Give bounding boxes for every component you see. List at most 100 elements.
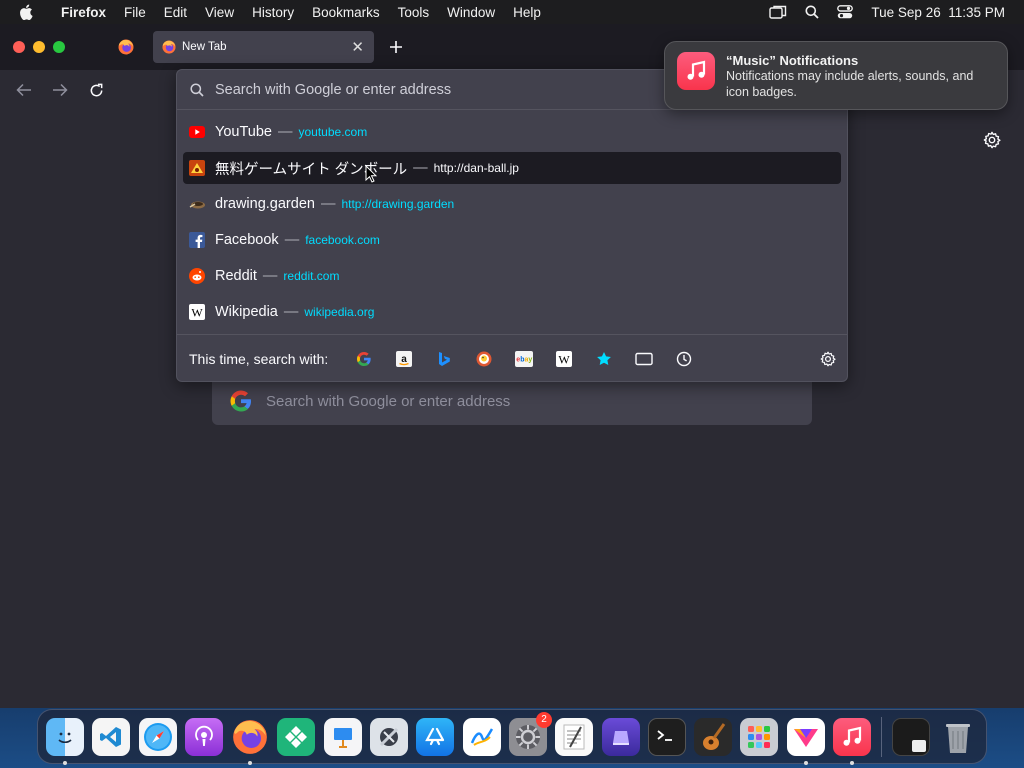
menu-help[interactable]: Help [504, 5, 550, 20]
vscode-icon[interactable] [92, 717, 131, 756]
spotlight-search-icon[interactable] [805, 5, 820, 19]
menu-window[interactable]: Window [438, 5, 504, 20]
result-title: 無料ゲームサイト ダンボール [215, 161, 408, 178]
wikipedia-icon: W [189, 304, 205, 320]
tabs-icon[interactable] [624, 352, 664, 366]
tab-new-tab[interactable]: New Tab ✕ [153, 31, 374, 63]
urlbar-results: YouTube — youtube.com 無料ゲームサイト ダンボール — h… [177, 110, 847, 328]
newtab-search-placeholder: Search with Google or enter address [266, 392, 511, 410]
search-icon [190, 82, 204, 97]
result-row-youtube[interactable]: YouTube — youtube.com [183, 116, 841, 148]
music-notification[interactable]: “Music” Notifications Notifications may … [664, 41, 1008, 110]
amazon-icon[interactable]: a [384, 350, 424, 367]
result-row-dan-ball[interactable]: 無料ゲームサイト ダンボール — http://dan-ball.jp [183, 152, 841, 184]
svg-text:a: a [401, 354, 407, 365]
ebay-icon[interactable]: ebay [504, 350, 544, 367]
svg-text:W: W [559, 352, 571, 366]
bookmarks-star-icon[interactable] [584, 351, 624, 367]
result-row-facebook[interactable]: Facebook — facebook.com [183, 224, 841, 256]
menu-edit[interactable]: Edit [155, 5, 196, 20]
textedit-icon[interactable] [555, 717, 594, 756]
running-indicator [63, 760, 67, 765]
freeform-icon[interactable] [462, 717, 501, 756]
one-off-search-bar: This time, search with: a ebay W [177, 334, 847, 382]
back-button[interactable] [14, 80, 34, 100]
running-indicator [850, 760, 855, 765]
menubar-clock[interactable]: Tue Sep 26 11:35 PM [871, 5, 1005, 20]
tableplus-icon[interactable] [277, 717, 316, 756]
instruments-icon[interactable] [370, 717, 409, 756]
podcasts-icon[interactable] [184, 717, 223, 756]
reload-button[interactable] [86, 80, 106, 100]
bing-icon[interactable] [424, 351, 464, 367]
menu-view[interactable]: View [196, 5, 243, 20]
fullscreen-window-button[interactable] [53, 41, 65, 53]
result-url: wikipedia.org [304, 305, 375, 319]
close-tab-icon[interactable]: ✕ [351, 38, 364, 56]
urlbar-dropdown: Search with Google or enter address YouT… [176, 69, 848, 382]
result-title: Facebook [215, 232, 279, 248]
menu-bookmarks[interactable]: Bookmarks [303, 5, 389, 20]
search-settings-icon[interactable] [820, 351, 836, 370]
music-icon[interactable] [833, 717, 872, 765]
minimize-window-button[interactable] [33, 41, 45, 53]
apple-menu-icon[interactable] [0, 4, 52, 20]
firefox-icon [118, 39, 134, 55]
result-title: Wikipedia [215, 304, 278, 320]
one-off-label: This time, search with: [189, 350, 329, 367]
minimized-window-thumbnail[interactable] [892, 717, 931, 756]
window-controls [13, 41, 65, 53]
forward-button[interactable] [50, 80, 70, 100]
url-input-placeholder: Search with Google or enter address [215, 81, 452, 98]
menu-tools[interactable]: Tools [389, 5, 439, 20]
pinned-tab[interactable] [106, 30, 146, 64]
dan-ball-icon [189, 160, 205, 176]
result-title: drawing.garden [215, 196, 315, 212]
menu-history[interactable]: History [243, 5, 303, 20]
result-separator: — [262, 268, 278, 284]
result-row-drawing-garden[interactable]: drawing.garden — http://drawing.garden [183, 188, 841, 220]
app-store-icon[interactable] [416, 717, 455, 756]
setapp-icon[interactable] [786, 717, 825, 765]
keynote-icon[interactable] [323, 717, 362, 756]
history-clock-icon[interactable] [664, 351, 704, 367]
menu-app-name[interactable]: Firefox [52, 5, 115, 20]
youtube-icon [189, 124, 205, 140]
newtab-search-box[interactable]: Search with Google or enter address [212, 377, 812, 425]
notification-body: Notifications may include alerts, sounds… [726, 69, 974, 99]
duckduckgo-icon[interactable] [464, 351, 504, 367]
result-separator: — [320, 196, 336, 212]
menu-file[interactable]: File [115, 5, 155, 20]
running-indicator [248, 760, 253, 765]
firefox-icon [162, 40, 176, 54]
reddit-icon [189, 268, 205, 284]
result-url: http://dan-ball.jp [433, 161, 519, 175]
mouse-cursor [365, 164, 378, 188]
system-settings-icon[interactable]: 2 [508, 711, 552, 756]
screen-mirroring-icon[interactable] [769, 5, 787, 19]
result-row-reddit[interactable]: Reddit — reddit.com [183, 260, 841, 292]
google-icon[interactable] [344, 351, 384, 367]
safari-icon[interactable] [138, 717, 177, 756]
facebook-icon [189, 232, 205, 248]
wikipedia-icon[interactable]: W [544, 350, 584, 367]
notification-title: “Music” Notifications [726, 53, 859, 68]
google-icon [229, 389, 253, 413]
finder-icon[interactable] [46, 717, 84, 765]
launchpad-icon[interactable] [740, 717, 779, 756]
simulator-icon[interactable] [601, 717, 640, 756]
notification-badge: 2 [535, 711, 552, 728]
close-window-button[interactable] [13, 41, 25, 53]
result-url: http://drawing.garden [341, 197, 455, 211]
trash-icon[interactable] [939, 718, 977, 756]
terminal-icon[interactable] [647, 717, 686, 756]
new-tab-button[interactable] [386, 37, 406, 57]
result-separator: — [413, 160, 428, 176]
result-title: Reddit [215, 268, 257, 284]
firefox-icon[interactable] [231, 718, 269, 765]
control-center-icon[interactable] [837, 5, 854, 19]
drawing-garden-icon [189, 196, 205, 212]
result-row-wikipedia[interactable]: W Wikipedia — wikipedia.org [183, 296, 841, 328]
garageband-icon[interactable] [694, 717, 733, 756]
newtab-settings-icon[interactable] [983, 131, 1001, 154]
